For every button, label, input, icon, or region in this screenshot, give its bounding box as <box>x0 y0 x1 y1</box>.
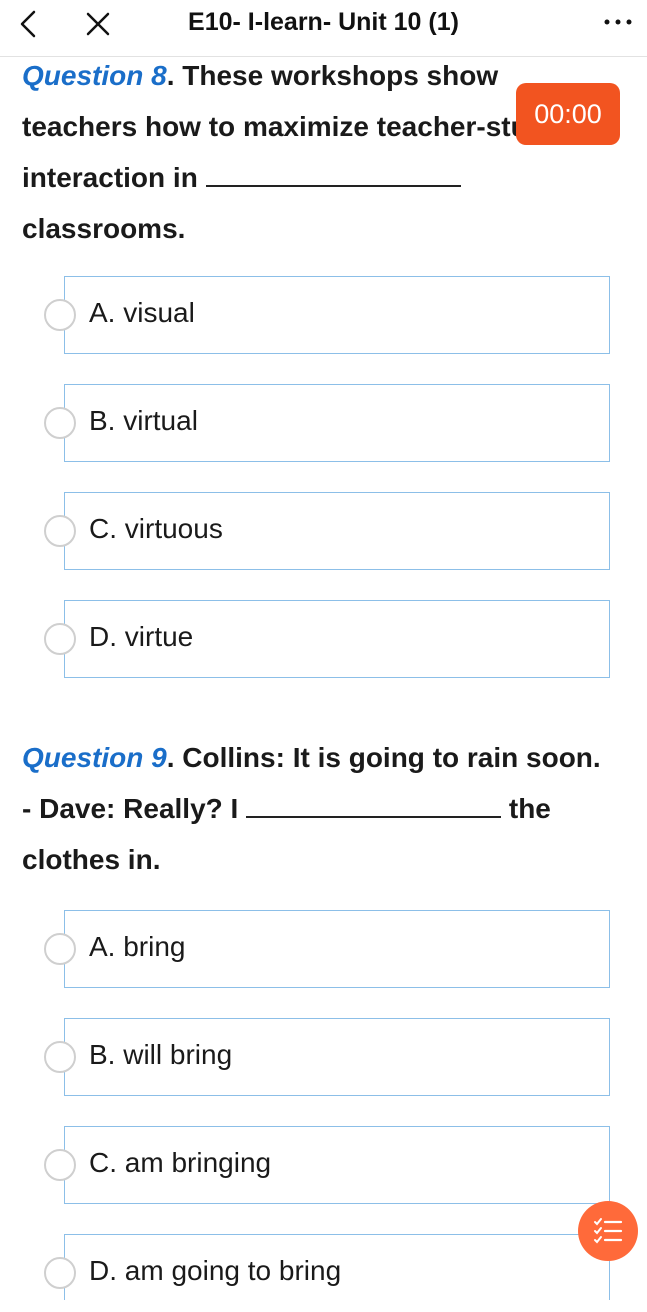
radio-option-c[interactable] <box>44 515 76 547</box>
option-b[interactable]: B. will bring <box>64 1018 610 1096</box>
option-label: A. bring <box>89 931 186 962</box>
option-label: B. will bring <box>89 1039 233 1070</box>
list-checks-icon <box>594 1218 623 1244</box>
top-bar: E10- I-learn- Unit 10 (1) <box>0 0 647 57</box>
option-c[interactable]: C. am bringing <box>64 1126 610 1204</box>
option-label: C. am bringing <box>89 1147 272 1178</box>
option-c[interactable]: C. virtuous <box>64 492 610 570</box>
option-label: D. virtue <box>89 621 194 652</box>
option-label: A. visual <box>89 297 195 328</box>
page-title: E10- I-learn- Unit 10 (1) <box>188 8 459 36</box>
radio-option-b[interactable] <box>44 407 76 439</box>
question-label: Question 8 <box>22 60 167 91</box>
answer-blank <box>246 786 502 818</box>
radio-option-d[interactable] <box>44 623 76 655</box>
option-label: C. virtuous <box>89 513 223 544</box>
radio-option-d[interactable] <box>44 1257 76 1289</box>
option-label: B. virtual <box>89 405 198 436</box>
option-d[interactable]: D. virtue <box>64 600 610 678</box>
option-a[interactable]: A. visual <box>64 276 610 354</box>
more-dots-icon[interactable] <box>601 12 635 32</box>
question-text-after: classrooms. <box>22 213 186 244</box>
question-label: Question 9 <box>22 742 167 773</box>
timer-badge: 00:00 <box>516 83 620 145</box>
question-list-button[interactable] <box>578 1201 638 1261</box>
answer-blank <box>205 155 461 187</box>
radio-option-c[interactable] <box>44 1149 76 1181</box>
option-a[interactable]: A. bring <box>64 910 610 988</box>
bottom-edge <box>0 1300 647 1312</box>
option-label: D. am going to bring <box>89 1255 342 1286</box>
radio-option-b[interactable] <box>44 1041 76 1073</box>
option-b[interactable]: B. virtual <box>64 384 610 462</box>
radio-option-a[interactable] <box>44 299 76 331</box>
radio-option-a[interactable] <box>44 933 76 965</box>
question-8-text: Question 8. These workshops show teacher… <box>22 50 612 254</box>
question-9-text: Question 9. Collins: It is going to rain… <box>22 732 612 885</box>
